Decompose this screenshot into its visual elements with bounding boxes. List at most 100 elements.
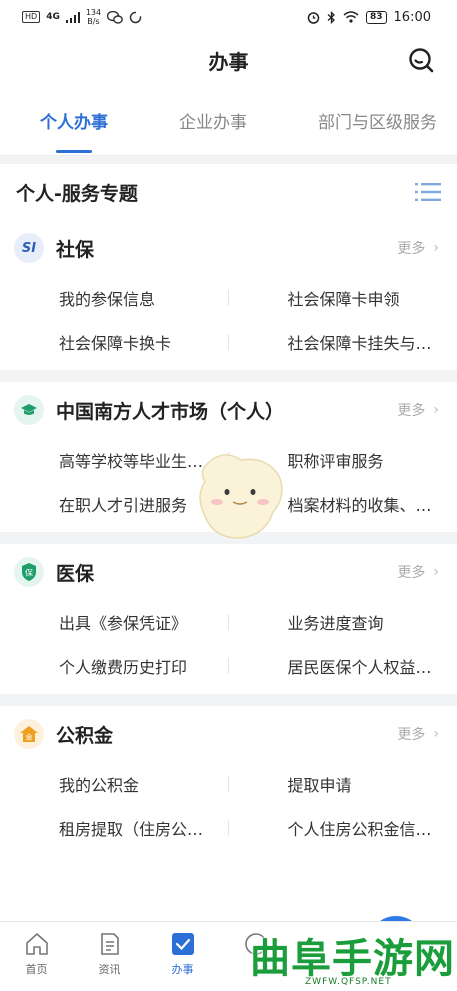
service-item[interactable]: 出具《参保凭证》 <box>0 600 229 644</box>
service-label: 我的参保信息 <box>59 290 156 309</box>
nav-affairs[interactable]: 办事 <box>146 922 219 991</box>
service-item[interactable]: 租房提取（住房公… <box>0 806 229 850</box>
signal-bars-icon <box>65 11 80 23</box>
wechat-icon <box>107 10 124 24</box>
service-grid: 我的公积金 提取申请 租房提取（住房公… 个人住房公积金信… <box>0 762 457 850</box>
nav-label: 办事 <box>171 963 194 976</box>
service-label: 档案材料的收集、… <box>287 496 432 515</box>
nav-label: 资讯 <box>98 963 121 976</box>
tab-personal[interactable]: 个人办事 <box>40 86 108 156</box>
service-item[interactable]: 提取申请 <box>229 762 457 806</box>
service-label: 提取申请 <box>287 776 352 795</box>
card-header[interactable]: 中国南方人才市场（个人） 更多 › <box>0 382 457 438</box>
house-icon: 金 <box>14 719 44 749</box>
card-housing-fund: 金 公积金 更多 › 我的公积金 提取申请 租房提取（住房公… 个人住房公积金信… <box>0 706 457 856</box>
card-title: 中国南方人才市场（个人） <box>56 400 285 423</box>
card-title: 医保 <box>56 562 95 585</box>
home-icon <box>25 933 48 955</box>
service-label: 个人缴费历史打印 <box>59 658 188 677</box>
divider <box>0 156 457 164</box>
tab-department[interactable]: 部门与区级服务 <box>318 86 437 156</box>
service-item[interactable]: 我的参保信息 <box>0 276 229 320</box>
nav-label: 首页 <box>25 963 48 976</box>
service-item[interactable]: 业务进度查询 <box>229 600 457 644</box>
service-label: 高等学校等毕业生… <box>59 452 204 471</box>
card-title: 社保 <box>56 238 95 261</box>
more-link[interactable]: 更多 › <box>397 724 439 744</box>
service-item[interactable]: 社会保障卡申领 <box>229 276 457 320</box>
house-glyph: 金 <box>20 726 38 742</box>
speed-unit: B/s <box>87 17 100 26</box>
shield-glyph: 保 <box>22 563 36 581</box>
card-header[interactable]: 金 公积金 更多 › <box>0 706 457 762</box>
sync-icon <box>129 11 142 23</box>
page-title: 办事 <box>208 49 249 74</box>
card-header[interactable]: SI 社保 更多 › <box>0 220 457 276</box>
clock: 16:00 <box>393 9 431 25</box>
alarm-icon <box>307 11 320 24</box>
news-icon <box>100 933 119 955</box>
speed-value: 134 <box>85 8 102 17</box>
nav-home[interactable]: 首页 <box>0 922 73 991</box>
more-link[interactable]: 更多 › <box>397 562 439 582</box>
shield-icon: 保 <box>14 557 44 587</box>
service-item[interactable]: 个人缴费历史打印 <box>0 644 229 688</box>
service-label: 出具《参保凭证》 <box>59 614 188 633</box>
shield-text: 保 <box>25 568 33 578</box>
si-logo-text: SI <box>21 240 37 256</box>
service-label: 我的公积金 <box>59 776 140 795</box>
service-item[interactable]: 居民医保个人权益… <box>229 644 457 688</box>
house-text: 金 <box>26 733 33 742</box>
section-title: 个人-服务专题 <box>16 182 138 205</box>
service-item[interactable]: 我的公积金 <box>0 762 229 806</box>
chevron-right-icon: › <box>433 726 439 742</box>
si-logo-icon: SI <box>14 233 44 263</box>
section-header: 个人-服务专题 <box>0 164 457 220</box>
more-label: 更多 <box>397 727 426 743</box>
search-icon[interactable] <box>407 46 435 74</box>
service-label: 社会保障卡申领 <box>287 290 400 309</box>
status-right: 83 16:00 <box>307 10 431 25</box>
service-label: 社会保障卡换卡 <box>59 334 172 353</box>
mascot-icon[interactable] <box>195 452 285 540</box>
signal-icon: 4G <box>46 12 60 22</box>
card-header[interactable]: 保 医保 更多 › <box>0 544 457 600</box>
chevron-right-icon: › <box>433 240 439 256</box>
service-label: 居民医保个人权益… <box>287 658 432 677</box>
service-label: 社会保障卡挂失与… <box>287 334 432 353</box>
more-label: 更多 <box>397 565 426 581</box>
card-medical-insurance: 保 医保 更多 › 出具《参保凭证》 业务进度查询 个人缴费历史打印 居民医保个… <box>0 544 457 694</box>
card-title: 公积金 <box>56 724 114 747</box>
chevron-right-icon: › <box>433 564 439 580</box>
service-label: 在职人才引进服务 <box>59 496 188 515</box>
divider <box>0 694 457 706</box>
tab-enterprise[interactable]: 企业办事 <box>179 86 247 156</box>
service-grid: 出具《参保凭证》 业务进度查询 个人缴费历史打印 居民医保个人权益… <box>0 600 457 688</box>
more-link[interactable]: 更多 › <box>397 400 439 420</box>
more-link[interactable]: 更多 › <box>397 238 439 258</box>
graduation-cap-icon <box>14 395 44 425</box>
app-screen: HD 4G 134 B/s 83 16:00 办事 个人办事 企业办事 部门与区… <box>0 0 457 991</box>
more-label: 更多 <box>397 403 426 419</box>
service-item[interactable]: 社会保障卡挂失与… <box>229 320 457 364</box>
more-label: 更多 <box>397 241 426 257</box>
watermark-text: 曲阜手游网 <box>250 935 455 982</box>
bluetooth-icon <box>327 10 335 24</box>
chevron-right-icon: › <box>433 402 439 418</box>
nav-news[interactable]: 资讯 <box>73 922 146 991</box>
cap-glyph <box>21 404 37 415</box>
list-menu-icon[interactable] <box>415 182 441 202</box>
service-label: 个人住房公积金信… <box>287 820 432 839</box>
service-label: 业务进度查询 <box>287 614 384 633</box>
service-item[interactable]: 社会保障卡换卡 <box>0 320 229 364</box>
checkbox-icon <box>171 933 194 955</box>
hd-indicator: HD <box>22 11 41 23</box>
title-bar: 办事 <box>0 34 457 86</box>
divider <box>0 370 457 382</box>
tab-bar: 个人办事 企业办事 部门与区级服务 <box>0 86 457 156</box>
service-item[interactable]: 个人住房公积金信… <box>229 806 457 850</box>
battery-indicator: 83 <box>366 10 387 24</box>
status-left: HD 4G 134 B/s <box>22 8 142 26</box>
service-grid: 我的参保信息 社会保障卡申领 社会保障卡换卡 社会保障卡挂失与… <box>0 276 457 364</box>
service-label: 租房提取（住房公… <box>59 820 204 839</box>
